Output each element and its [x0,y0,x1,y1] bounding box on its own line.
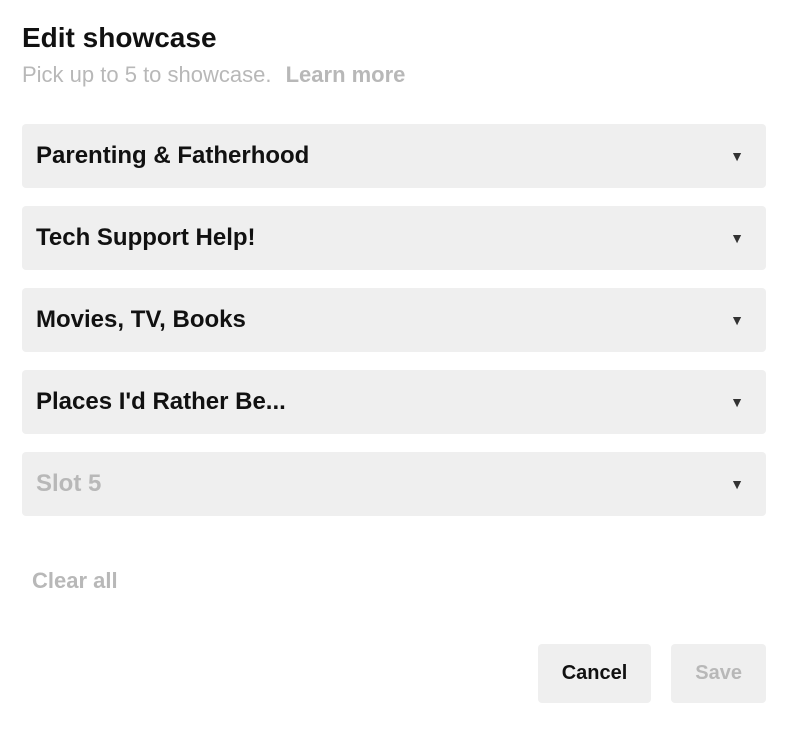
dialog-title: Edit showcase [22,22,766,54]
dialog-header: Edit showcase Pick up to 5 to showcase. … [22,22,766,88]
slot-label: Tech Support Help! [36,224,256,252]
clear-all-button[interactable]: Clear all [32,568,118,594]
chevron-down-icon: ▼ [730,394,744,410]
showcase-slot-4[interactable]: Places I'd Rather Be... ▼ [22,370,766,434]
showcase-slot-1[interactable]: Parenting & Fatherhood ▼ [22,124,766,188]
chevron-down-icon: ▼ [730,312,744,328]
dialog-subtitle: Pick up to 5 to showcase. [22,62,271,87]
slot-label: Slot 5 [36,470,101,498]
showcase-slot-5[interactable]: Slot 5 ▼ [22,452,766,516]
slot-label: Movies, TV, Books [36,306,246,334]
showcase-slot-3[interactable]: Movies, TV, Books ▼ [22,288,766,352]
chevron-down-icon: ▼ [730,230,744,246]
dialog-footer: Cancel Save [22,644,766,703]
chevron-down-icon: ▼ [730,476,744,492]
dialog-subtitle-row: Pick up to 5 to showcase. Learn more [22,62,766,88]
save-button[interactable]: Save [671,644,766,703]
learn-more-link[interactable]: Learn more [286,62,406,87]
showcase-slot-2[interactable]: Tech Support Help! ▼ [22,206,766,270]
cancel-button[interactable]: Cancel [538,644,652,703]
showcase-slots: Parenting & Fatherhood ▼ Tech Support He… [22,124,766,516]
chevron-down-icon: ▼ [730,148,744,164]
slot-label: Parenting & Fatherhood [36,142,309,170]
slot-label: Places I'd Rather Be... [36,388,286,416]
